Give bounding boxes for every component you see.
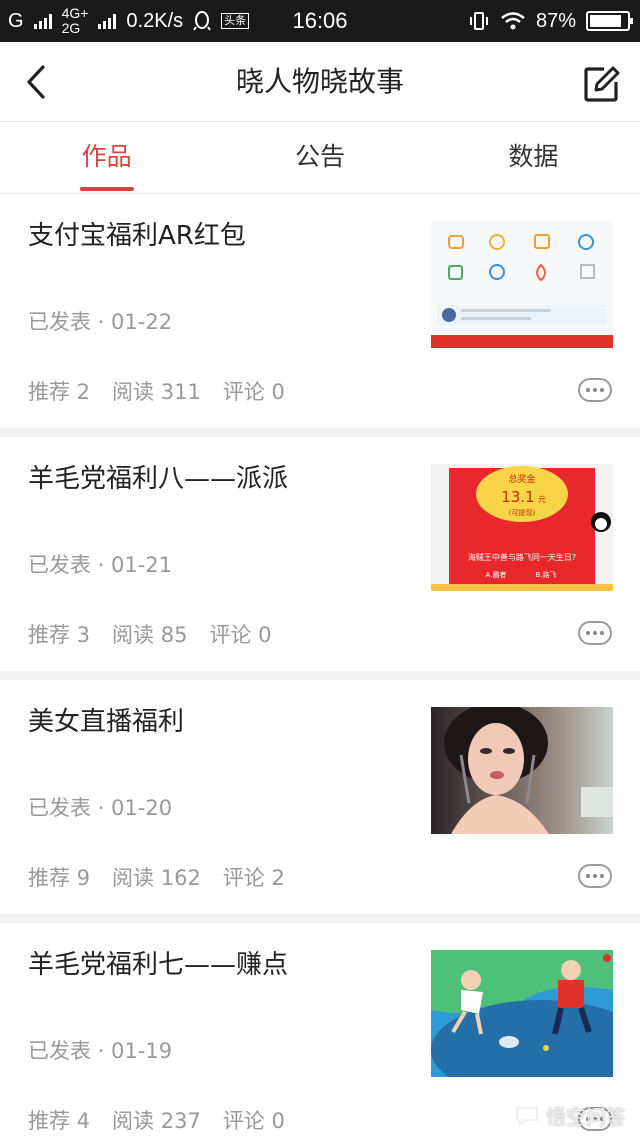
article-stats: 推荐 3 阅读 85 评论 0 bbox=[28, 619, 272, 649]
recommend-count: 推荐 4 bbox=[28, 1109, 91, 1133]
article-item[interactable]: 支付宝福利AR红包 已发表 · 01-22 推荐 2 阅读 311 评论 0 bbox=[0, 194, 640, 437]
read-count: 阅读 162 bbox=[112, 866, 201, 890]
article-meta: 已发表 · 01-22 bbox=[28, 306, 172, 336]
thumb-question: 海贼王中善与路飞同一天生日? bbox=[468, 552, 576, 562]
article-meta: 已发表 · 01-19 bbox=[28, 1035, 172, 1065]
meta-separator: · bbox=[91, 553, 112, 577]
article-status: 已发表 bbox=[28, 1039, 91, 1063]
watermark-text: 悟空问答 bbox=[546, 1105, 626, 1129]
article-date: 01-21 bbox=[111, 553, 173, 577]
article-title[interactable]: 支付宝福利AR红包 bbox=[28, 216, 408, 256]
battery-fill bbox=[590, 15, 621, 27]
thumb-top-text: 总奖金 bbox=[508, 473, 535, 485]
article-item[interactable]: 羊毛党福利八——派派 已发表 · 01-21 推荐 3 阅读 85 评论 0 总… bbox=[0, 437, 640, 680]
article-thumbnail[interactable] bbox=[431, 221, 613, 348]
tab-data[interactable]: 数据 bbox=[427, 122, 640, 193]
article-status: 已发表 bbox=[28, 553, 91, 577]
more-options-button[interactable] bbox=[578, 378, 612, 402]
meta-separator: · bbox=[91, 1039, 112, 1063]
thumb-option-b: B.路飞 bbox=[535, 570, 556, 579]
article-meta: 已发表 · 01-21 bbox=[28, 549, 172, 579]
article-stats: 推荐 2 阅读 311 评论 0 bbox=[28, 376, 285, 406]
tab-bar: 作品 公告 数据 bbox=[0, 122, 640, 194]
more-options-button[interactable] bbox=[578, 621, 612, 645]
article-title[interactable]: 美女直播福利 bbox=[28, 702, 408, 742]
article-thumbnail[interactable]: 总奖金 13.1 元 (可提现) 海贼王中善与路飞同一天生日? A.霸者 B.路… bbox=[431, 464, 613, 591]
edit-icon bbox=[584, 66, 620, 102]
battery-icon bbox=[586, 11, 633, 31]
wifi-icon bbox=[501, 12, 525, 30]
more-options-button[interactable] bbox=[578, 864, 612, 888]
thumb-unit: 元 bbox=[538, 495, 546, 504]
article-meta: 已发表 · 01-20 bbox=[28, 792, 172, 822]
thumbnail-red-envelope: 总奖金 13.1 元 (可提现) 海贼王中善与路飞同一天生日? A.霸者 B.路… bbox=[431, 464, 613, 591]
thumbnail-portrait-photo bbox=[431, 707, 613, 834]
battery-percent: 87% bbox=[535, 9, 576, 32]
thumb-option-a: A.霸者 bbox=[486, 571, 507, 579]
article-stats: 推荐 4 阅读 237 评论 0 bbox=[28, 1105, 285, 1135]
article-title[interactable]: 羊毛党福利七——赚点 bbox=[28, 945, 408, 985]
article-date: 01-22 bbox=[111, 310, 173, 334]
article-status: 已发表 bbox=[28, 796, 91, 820]
recommend-count: 推荐 9 bbox=[28, 866, 91, 890]
article-date: 01-20 bbox=[111, 796, 173, 820]
thumb-amount: 13.1 bbox=[501, 488, 534, 506]
read-count: 阅读 85 bbox=[112, 623, 188, 647]
speech-bubble-icon bbox=[516, 1106, 538, 1127]
comment-count: 评论 0 bbox=[222, 1109, 285, 1133]
article-status: 已发表 bbox=[28, 310, 91, 334]
nav-bar: 晓人物晓故事 bbox=[0, 42, 640, 122]
article-list: 支付宝福利AR红包 已发表 · 01-22 推荐 2 阅读 311 评论 0 羊… bbox=[0, 194, 640, 1138]
edit-button[interactable] bbox=[582, 64, 622, 104]
thumbnail-app-screenshot bbox=[431, 221, 613, 348]
comment-count: 评论 0 bbox=[222, 380, 285, 404]
tab-announcements[interactable]: 公告 bbox=[213, 122, 426, 193]
status-right: 87% bbox=[468, 0, 633, 42]
status-bar: G 4G+ 2G 0.2K/s 头条 16:06 87% bbox=[0, 0, 640, 42]
recommend-count: 推荐 2 bbox=[28, 380, 91, 404]
read-count: 阅读 237 bbox=[112, 1109, 201, 1133]
article-item[interactable]: 美女直播福利 已发表 · 01-20 推荐 9 阅读 162 评论 2 bbox=[0, 680, 640, 923]
article-title[interactable]: 羊毛党福利八——派派 bbox=[28, 459, 408, 499]
comment-count: 评论 2 bbox=[222, 866, 285, 890]
article-stats: 推荐 9 阅读 162 评论 2 bbox=[28, 862, 285, 892]
article-date: 01-19 bbox=[111, 1039, 173, 1063]
comment-count: 评论 0 bbox=[209, 623, 272, 647]
watermark: 悟空问答 bbox=[514, 1101, 626, 1130]
recommend-count: 推荐 3 bbox=[28, 623, 91, 647]
meta-separator: · bbox=[91, 310, 112, 334]
meta-separator: · bbox=[91, 796, 112, 820]
thumbnail-illustration bbox=[431, 950, 613, 1077]
read-count: 阅读 311 bbox=[112, 380, 201, 404]
vibrate-icon bbox=[469, 12, 488, 30]
thumb-sub: (可提现) bbox=[509, 508, 536, 517]
tab-works[interactable]: 作品 bbox=[0, 122, 213, 193]
article-thumbnail[interactable] bbox=[431, 707, 613, 834]
page-title: 晓人物晓故事 bbox=[235, 65, 404, 98]
article-thumbnail[interactable] bbox=[431, 950, 613, 1077]
